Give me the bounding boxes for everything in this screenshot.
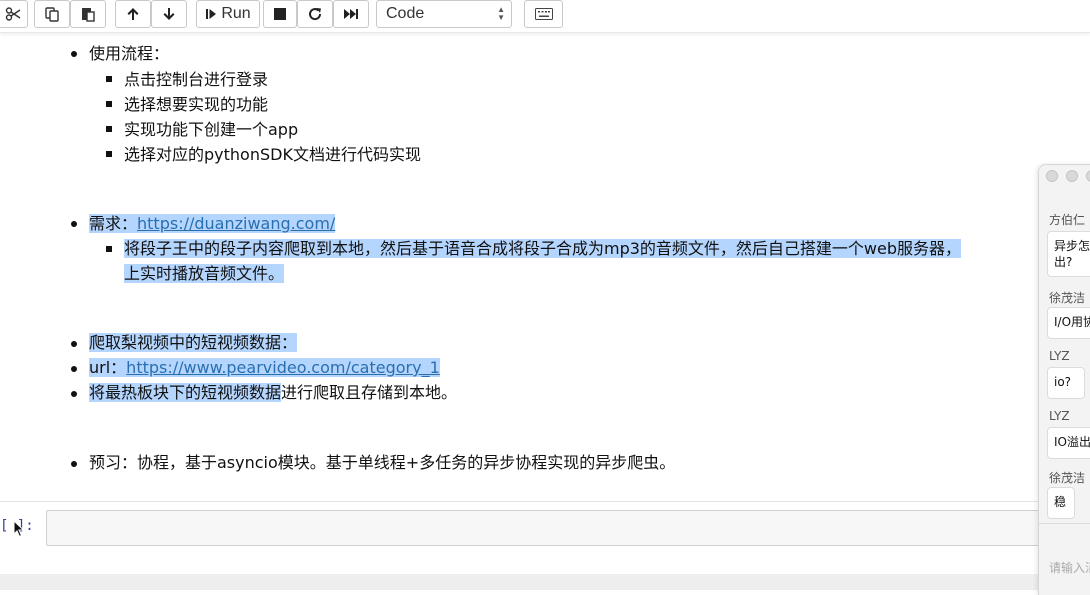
paste-cell-button[interactable] [70, 0, 106, 28]
requirement-detail-line2: 上实时播放音频文件。 [124, 264, 285, 283]
square-bullet [106, 101, 112, 107]
paste-icon [82, 8, 95, 22]
arrow-up-icon [127, 8, 139, 20]
code-cell-input[interactable] [46, 510, 1046, 546]
chat-sender: 徐茂洁 [1049, 471, 1086, 485]
square-bullet [106, 151, 112, 157]
usage-step: 选择对应的pythonSDK文档进行代码实现 [124, 145, 421, 164]
bullet [71, 221, 77, 227]
copy-icon [45, 7, 59, 22]
notebook-footer [0, 574, 1090, 590]
window-close-icon[interactable] [1046, 170, 1058, 182]
usage-step: 实现功能下创建一个app [124, 120, 299, 139]
usage-step: 点击控制台进行登录 [124, 70, 269, 89]
pearvideo-link[interactable]: https://www.pearvideo.com/category_1 [126, 358, 440, 377]
cell-separator [0, 501, 1040, 502]
square-bullet [106, 246, 112, 252]
window-minimize-icon[interactable] [1066, 170, 1078, 182]
chat-sender: LYZ [1049, 409, 1070, 423]
chat-message: 异步怎 出? [1047, 231, 1090, 277]
bullet [71, 51, 77, 57]
chat-sender: 徐茂洁 [1049, 291, 1086, 305]
pear-item: 爬取梨视频中的短视频数据： [89, 333, 298, 352]
bullet [71, 366, 77, 372]
run-all-button[interactable] [333, 0, 369, 28]
run-label: Run [221, 5, 251, 22]
window-zoom-icon[interactable] [1086, 170, 1090, 182]
requirement-label: 需求： [89, 214, 138, 233]
chat-message: 稳 [1047, 487, 1075, 519]
chat-divider [1039, 523, 1090, 524]
chat-message: IO溢出 [1047, 427, 1090, 459]
chat-message-input[interactable]: 请输入消息 [1049, 559, 1090, 576]
select-arrows-icon: ▲ ▼ [497, 5, 505, 22]
chat-sender: LYZ [1049, 349, 1070, 363]
square-bullet [106, 126, 112, 132]
chat-panel: 方伯仁 异步怎 出? 徐茂洁 I/O用协 LYZ io? LYZ IO溢出 徐茂… [1038, 164, 1090, 595]
pear-url-item: url：https://www.pearvideo.com/category_1 [89, 358, 440, 377]
cell-type-select[interactable]: Code ▲ ▼ [376, 0, 512, 28]
bullet [71, 341, 77, 347]
requirement-item: 需求：https://duanziwang.com/ [89, 211, 336, 236]
bullet [71, 461, 77, 467]
step-forward-icon [206, 9, 217, 19]
run-cell-button[interactable]: Run [196, 0, 260, 28]
mouse-pointer-icon [13, 520, 25, 538]
arrow-down-icon [163, 8, 175, 20]
cut-cell-button[interactable] [0, 0, 28, 28]
cell-type-value: Code [386, 5, 425, 22]
stop-icon [274, 8, 286, 20]
interrupt-kernel-button[interactable] [263, 0, 297, 28]
bullet [71, 391, 77, 397]
restart-icon [309, 8, 322, 21]
duanziwang-link[interactable]: https://duanziwang.com/ [137, 214, 336, 233]
move-cell-down-button[interactable] [151, 0, 187, 28]
restart-kernel-button[interactable] [297, 0, 333, 28]
preview-item: 预习：协程，基于asyncio模块。基于单线程+多任务的异步协程实现的异步爬虫。 [89, 453, 676, 472]
pear-task-item: 将最热板块下的短视频数据进行爬取且存储到本地。 [89, 383, 458, 402]
fast-forward-icon [344, 9, 358, 19]
notebook-toolbar: Run Code ▲ ▼ [0, 0, 1090, 33]
scissors-icon [5, 7, 21, 21]
chat-sender: 方伯仁 [1049, 213, 1086, 227]
keyboard-icon [534, 8, 553, 20]
square-bullet [106, 76, 112, 82]
move-cell-up-button[interactable] [115, 0, 151, 28]
usage-flow-title: 使用流程： [89, 44, 170, 63]
chat-message: I/O用协 [1047, 307, 1090, 339]
usage-step: 选择想要实现的功能 [124, 95, 269, 114]
chat-message: io? [1047, 367, 1085, 399]
requirement-detail-line1: 将段子王中的段子内容爬取到本地，然后基于语音合成将段子合成为mp3的音频文件，然… [124, 239, 962, 258]
copy-cell-button[interactable] [34, 0, 70, 28]
keyboard-shortcuts-button[interactable] [524, 0, 563, 28]
